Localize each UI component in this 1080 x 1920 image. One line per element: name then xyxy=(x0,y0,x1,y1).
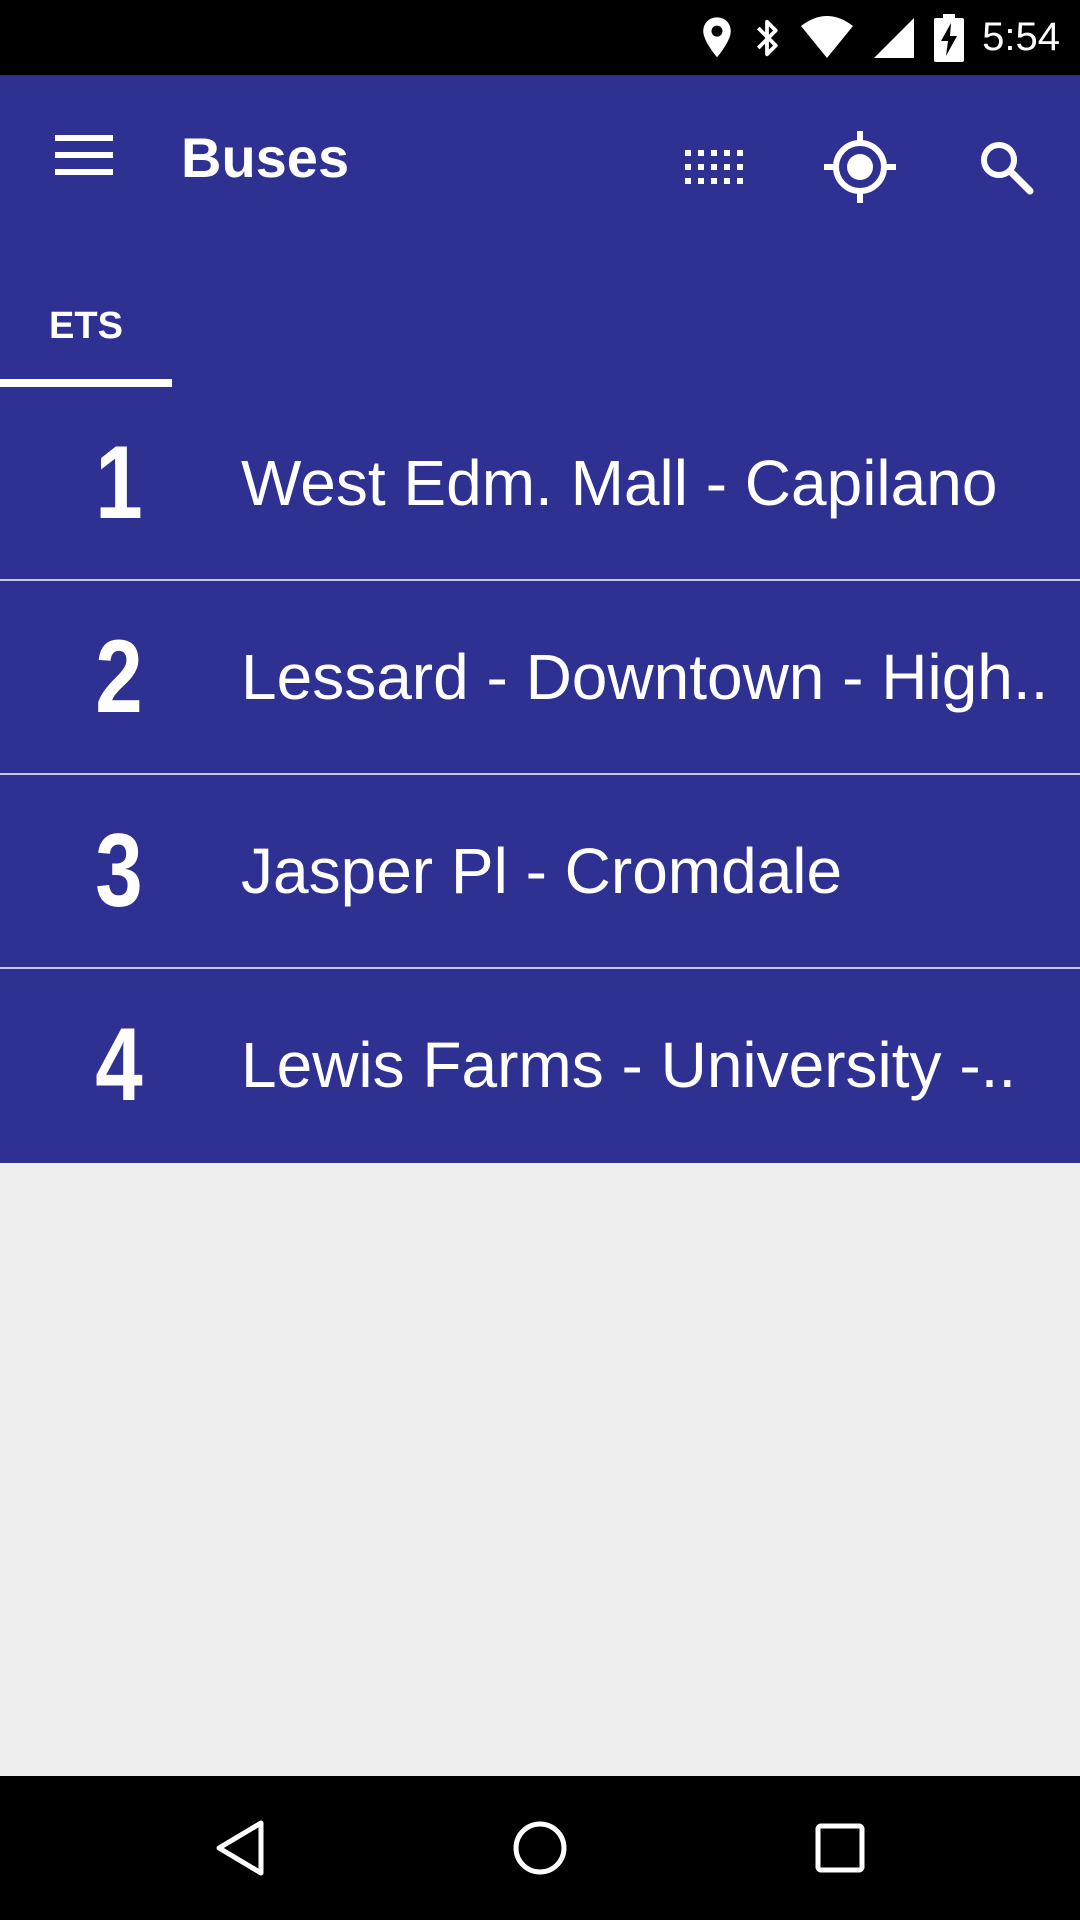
battery-charging-icon xyxy=(934,13,965,62)
wifi-icon xyxy=(801,15,854,58)
hamburger-icon xyxy=(55,135,113,175)
tab-ets[interactable]: ETS xyxy=(0,275,172,387)
route-row[interactable]: 3 Jasper Pl - Cromdale xyxy=(0,775,1080,969)
status-bar: 5:54 xyxy=(0,0,1080,75)
location-icon xyxy=(703,16,731,57)
cell-signal-icon xyxy=(874,17,915,58)
search-button[interactable] xyxy=(958,119,1054,215)
route-row[interactable]: 2 Lessard - Downtown - High.. xyxy=(0,581,1080,775)
grid-icon xyxy=(685,150,743,184)
route-name: Lessard - Downtown - High.. xyxy=(241,641,1049,713)
screen: 5:54 Buses ETS 1 West Edm. Mall - Capila… xyxy=(0,0,1080,1920)
route-name: Jasper Pl - Cromdale xyxy=(241,835,843,907)
tab-label: ETS xyxy=(49,304,123,347)
my-location-button[interactable] xyxy=(812,119,908,215)
app-bar: Buses ETS xyxy=(0,75,1080,387)
navigation-bar xyxy=(0,1776,1080,1920)
tab-indicator xyxy=(0,379,172,387)
route-row[interactable]: 1 West Edm. Mall - Capilano xyxy=(0,387,1080,581)
recents-button[interactable] xyxy=(790,1798,890,1898)
route-name: Lewis Farms - University -.. xyxy=(241,1029,1017,1101)
bluetooth-icon xyxy=(757,19,778,56)
route-name: West Edm. Mall - Capilano xyxy=(241,447,998,519)
my-location-icon xyxy=(824,131,896,203)
app-title: Buses xyxy=(181,126,350,189)
route-number: 2 xyxy=(95,618,143,735)
route-number: 4 xyxy=(95,1006,143,1123)
route-row[interactable]: 4 Lewis Farms - University -.. xyxy=(0,969,1080,1163)
route-list: 1 West Edm. Mall - Capilano 2 Lessard - … xyxy=(0,387,1080,1163)
home-icon xyxy=(513,1821,567,1875)
home-button[interactable] xyxy=(490,1798,590,1898)
back-icon xyxy=(216,1820,264,1876)
route-number: 1 xyxy=(95,424,143,541)
status-icons: 5:54 xyxy=(700,0,1060,75)
menu-button[interactable] xyxy=(30,119,138,191)
back-button[interactable] xyxy=(190,1798,290,1898)
grid-button[interactable] xyxy=(666,119,762,215)
route-number: 3 xyxy=(95,812,143,929)
search-icon xyxy=(981,142,1034,195)
status-time: 5:54 xyxy=(982,15,1060,59)
recents-icon xyxy=(815,1823,865,1873)
